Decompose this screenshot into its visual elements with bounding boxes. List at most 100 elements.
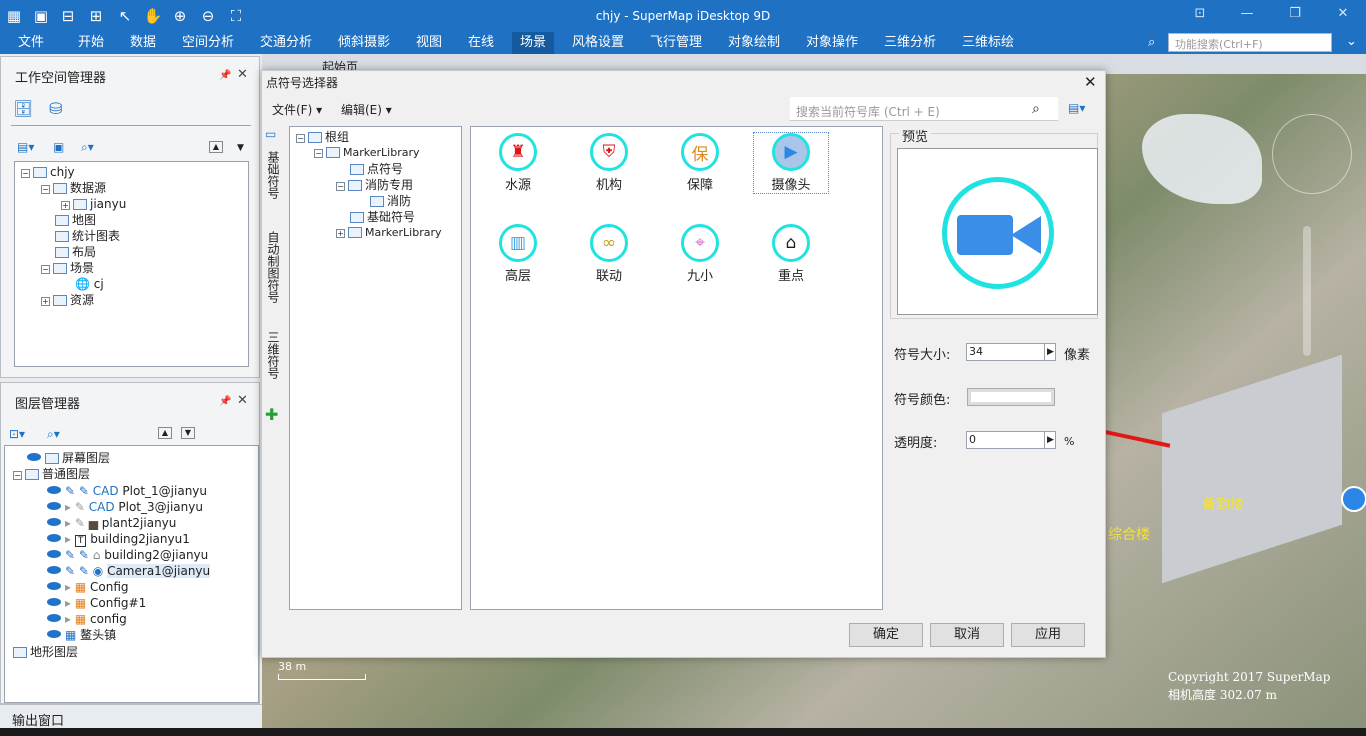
search-icon[interactable]: ⌕ (1032, 101, 1040, 117)
layer-item[interactable]: ✎ ✎ ⌂ building2@jianyu (47, 547, 208, 563)
tree-node[interactable]: − 根组 (296, 129, 349, 145)
symbol-item[interactable]: ▥ 高层 (481, 224, 555, 284)
layer-item[interactable]: ▸ ▦ config (47, 611, 127, 627)
menu-item[interactable]: 视图 (408, 32, 450, 54)
ok-button[interactable]: 确定 (849, 623, 923, 647)
menu-item[interactable]: 三维分析 (876, 32, 944, 54)
minimize-button[interactable]: — (1237, 6, 1257, 26)
move-up-button[interactable]: ▲ (158, 427, 172, 439)
compass-icon[interactable] (1272, 114, 1352, 194)
tree-node[interactable]: − 数据源 (41, 180, 106, 196)
expand-ribbon-icon[interactable]: ⌄ (1346, 34, 1357, 49)
apply-button[interactable]: 应用 (1011, 623, 1085, 647)
close-icon[interactable]: ✕ (237, 393, 248, 408)
layer-item[interactable]: ▸ T building2jianyu1 (47, 531, 190, 547)
menu-item[interactable]: 数据 (122, 32, 164, 54)
tree-node[interactable]: − 场景 (41, 260, 94, 276)
add-layer-icon[interactable]: ⊡▾ (9, 427, 25, 441)
tree-node[interactable]: + MarkerLibrary (336, 225, 441, 241)
layer-item[interactable]: ▦ 鳌头镇 (47, 627, 116, 643)
maximize-button[interactable]: ❐ (1285, 6, 1305, 26)
hydrant-icon: ♜ (499, 133, 537, 171)
size-spin-icon[interactable]: ▶ (1044, 343, 1056, 361)
cancel-button[interactable]: 取消 (930, 623, 1004, 647)
layer-item[interactable]: ▸ ✎ CAD Plot_3@jianyu (47, 499, 203, 515)
workspace-icon[interactable]: 🗄 (13, 99, 33, 118)
symbol-grid: ♜ 水源 ⛨ 机构 保保障 ▶ 摄像头 ▥ 高层 ∞ 联动 ⌖ 九小 ⌂ 重点 (470, 126, 883, 610)
layer-item[interactable]: 地形图层 (13, 644, 78, 660)
layer-item[interactable]: ✎ ✎ CAD Plot_1@jianyu (47, 483, 207, 499)
tab-basic-symbols[interactable]: 基础符号 (264, 151, 282, 215)
close-icon[interactable]: ✕ (1084, 73, 1097, 91)
tree-node[interactable]: − MarkerLibrary (314, 145, 419, 161)
opacity-spin-icon[interactable]: ▶ (1044, 431, 1056, 449)
menu-item[interactable]: 开始 (70, 32, 112, 54)
symbol-item[interactable]: ⌖ 九小 (663, 224, 737, 284)
tree-node[interactable]: 布局 (55, 244, 96, 260)
menu-item[interactable]: 文件 (10, 32, 52, 54)
view-mode-icon[interactable]: ▤▾ (1068, 101, 1085, 115)
symbol-item[interactable]: ⛨ 机构 (572, 133, 646, 193)
tree-node[interactable]: − chjy (21, 164, 75, 180)
symbol-search-input[interactable]: 搜索当前符号库 (Ctrl + E) (790, 97, 1058, 121)
tree-node[interactable]: 统计图表 (55, 228, 120, 244)
size-field[interactable]: 34 (966, 343, 1056, 361)
tree-node[interactable]: 消防 (370, 193, 411, 209)
folder-icon[interactable]: ▭ (265, 127, 276, 141)
menu-item[interactable]: 倾斜摄影 (330, 32, 398, 54)
close-button[interactable]: ✕ (1333, 6, 1353, 26)
tab-3d-symbols[interactable]: 三维符号 (264, 331, 282, 395)
tree-node[interactable]: 点符号 (350, 161, 403, 177)
find-icon[interactable]: ⌕▾ (81, 140, 94, 155)
layer-item[interactable]: − 普通图层 (13, 466, 90, 482)
symbol-item[interactable]: ∞ 联动 (572, 224, 646, 284)
close-icon[interactable]: ✕ (237, 67, 248, 82)
output-window-bar[interactable]: 输出窗口 (0, 704, 262, 729)
color-picker[interactable] (967, 388, 1055, 406)
add-icon[interactable]: ✚ (265, 405, 278, 424)
more-icon[interactable]: ▼ (237, 143, 244, 153)
symbol-item[interactable]: ♜ 水源 (481, 133, 555, 193)
menu-item[interactable]: 在线 (460, 32, 502, 54)
layer-item[interactable]: ▸ ▦ Config (47, 579, 129, 595)
open-icon[interactable]: ▤▾ (17, 140, 34, 154)
tree-node[interactable]: + jianyu (61, 196, 126, 212)
tree-node[interactable]: 🌐 cj (75, 276, 104, 292)
tree-node[interactable]: 地图 (55, 212, 96, 228)
layer-item[interactable]: ▸ ▦ Config#1 (47, 595, 146, 611)
move-down-button[interactable]: ▼ (181, 427, 195, 439)
pin-icon[interactable]: 📌 (219, 396, 231, 407)
move-up-button[interactable]: ▲ (209, 141, 223, 153)
tree-node[interactable]: + 资源 (41, 292, 94, 308)
zoom-slider[interactable] (1303, 226, 1311, 356)
menu-item[interactable]: 风格设置 (564, 32, 632, 54)
menu-item[interactable]: 飞行管理 (642, 32, 710, 54)
camera-marker-icon[interactable] (1341, 486, 1366, 512)
new-icon[interactable]: ▣ (53, 140, 64, 154)
menu-item[interactable]: 对象绘制 (720, 32, 788, 54)
file-menu[interactable]: 文件(F) ▾ (272, 101, 322, 118)
tree-node[interactable]: 基础符号 (350, 209, 415, 225)
menu-item[interactable]: 交通分析 (252, 32, 320, 54)
symbol-item[interactable]: ▶ 摄像头 (753, 132, 829, 194)
symbol-item[interactable]: 保保障 (663, 133, 737, 193)
opacity-field[interactable]: 0 (966, 431, 1056, 449)
find-icon[interactable]: ⌕▾ (47, 427, 60, 442)
menu-item[interactable]: 三维标绘 (954, 32, 1022, 54)
layer-item[interactable]: ▸ ✎ ▅ plant2jianyu (47, 515, 176, 531)
datasource-icon[interactable]: ⛁ (49, 99, 62, 118)
tab-auto-map-symbols[interactable]: 自动制图符号 (264, 231, 282, 317)
tree-node[interactable]: − 消防专用 (336, 177, 413, 193)
restore-ribbon-icon[interactable]: ⊡ (1190, 6, 1210, 26)
symbol-label: 水源 (504, 178, 531, 193)
scale-bar (278, 674, 366, 680)
menu-item[interactable]: 场景 (512, 32, 555, 54)
menu-item[interactable]: 空间分析 (174, 32, 242, 54)
edit-menu[interactable]: 编辑(E) ▾ (341, 101, 392, 118)
layer-item[interactable]: ✎ ✎ ◉ Camera1@jianyu (47, 563, 211, 579)
symbol-item[interactable]: ⌂ 重点 (754, 224, 828, 284)
menu-item[interactable]: 对象操作 (798, 32, 866, 54)
function-search-input[interactable]: 功能搜索(Ctrl+F) (1168, 33, 1332, 52)
layer-item[interactable]: 屏幕图层 (27, 450, 110, 466)
pin-icon[interactable]: 📌 (219, 70, 231, 81)
